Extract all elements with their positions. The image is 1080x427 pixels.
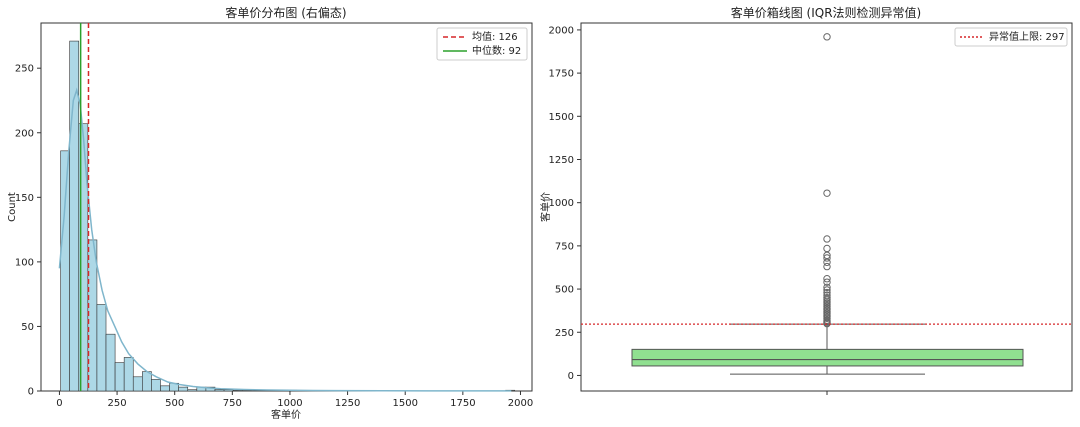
x-tick-label: 500 [165, 398, 184, 409]
y-tick-label: 500 [555, 285, 574, 296]
x-tick-label: 1500 [392, 398, 417, 409]
boxplot-legend: 异常值上限: 297 [954, 27, 1068, 47]
y-tick-label: 0 [568, 371, 574, 382]
histogram-y-ticks: 050100150200250 [15, 64, 41, 398]
boxplot-y-ticks: 0 250 500 750 1000 1250 1500 1750 2000 [549, 25, 581, 382]
histogram-x-label: 客单价 [271, 408, 301, 421]
y-tick-label: 250 [15, 64, 34, 75]
y-tick-label: 200 [15, 128, 34, 139]
figure: 客单价分布图 (右偏态) 050100150200250 0 250 500 750 1… [7, 5, 1073, 421]
boxplot-y-label: 客单价 [539, 192, 552, 222]
x-tick-label: 0 [56, 398, 62, 409]
histogram-bar [160, 385, 170, 392]
iqr-box [631, 348, 1024, 367]
x-tick-label: 750 [223, 398, 242, 409]
x-tick-label: 1000 [277, 398, 302, 409]
boxplot-panel: 客单价箱线图 (IQR法则检测异常值) 0 250 500 750 1000 1250 15… [539, 5, 1073, 395]
legend-upper-fence-label: 异常值上限: 297 [989, 30, 1065, 43]
histogram-title: 客单价分布图 (右偏态) [225, 5, 346, 20]
y-tick-label: 250 [555, 328, 574, 339]
legend-mean-label: 均值: 126 [472, 30, 518, 43]
y-tick-label: 1500 [549, 112, 574, 123]
histogram-bar [151, 379, 161, 392]
histogram-bar [178, 386, 189, 392]
histogram-bar [223, 389, 234, 392]
y-tick-label: 50 [21, 322, 34, 333]
histogram-bar [241, 390, 252, 392]
histogram-bar [105, 333, 116, 392]
boxplot-title: 客单价箱线图 (IQR法则检测异常值) [731, 5, 922, 20]
histogram-legend: 均值: 126 中位数: 92 [436, 27, 528, 61]
histogram-bar [232, 389, 243, 392]
y-tick-label: 1250 [549, 155, 574, 166]
histogram-y-label: Count [7, 192, 18, 222]
histogram-panel: 客单价分布图 (右偏态) 050100150200250 0 250 500 750 1… [7, 5, 533, 421]
y-tick-label: 100 [15, 257, 34, 268]
histogram-bar [187, 389, 198, 392]
y-tick-label: 1750 [549, 69, 574, 80]
y-tick-label: 2000 [549, 25, 574, 36]
y-tick-label: 0 [28, 387, 34, 398]
histogram-bar [60, 150, 70, 392]
x-tick-label: 1750 [450, 398, 475, 409]
histogram-x-ticks: 0 250 500 750 1000 1250 1500 1750 2000 [56, 391, 533, 409]
histogram-bar [96, 304, 107, 392]
histogram-bar [132, 376, 143, 392]
x-tick-label: 1250 [335, 398, 360, 409]
x-tick-label: 2000 [508, 398, 533, 409]
histogram-bar [142, 371, 152, 392]
histogram-bar [114, 362, 125, 392]
histogram-bar [123, 357, 134, 392]
histogram-bar [214, 389, 225, 392]
legend-median-label: 中位数: 92 [472, 44, 521, 57]
y-tick-label: 750 [555, 241, 574, 252]
y-tick-label: 1000 [549, 198, 574, 209]
x-tick-label: 250 [108, 398, 127, 409]
